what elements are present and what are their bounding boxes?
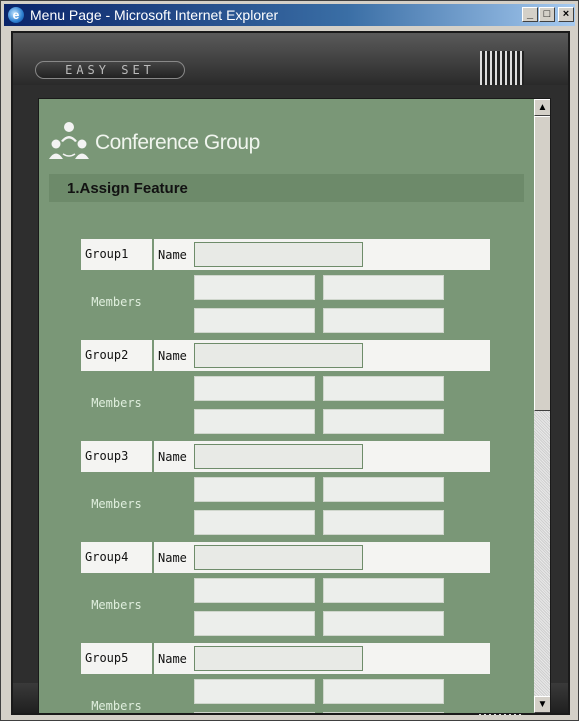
group-name-row: Name bbox=[154, 542, 490, 573]
member-input[interactable] bbox=[194, 308, 315, 333]
group-name-input[interactable] bbox=[194, 646, 363, 671]
member-input[interactable] bbox=[194, 611, 315, 636]
member-input[interactable] bbox=[194, 679, 315, 704]
member-input[interactable] bbox=[194, 275, 315, 300]
scrollbar-thumb[interactable] bbox=[534, 116, 550, 411]
browser-window: e Menu Page - Microsoft Internet Explore… bbox=[0, 0, 579, 721]
member-input[interactable] bbox=[323, 611, 444, 636]
group-name-row: Name bbox=[154, 340, 490, 371]
group-name-row: Name bbox=[154, 239, 490, 270]
ie-icon: e bbox=[8, 7, 24, 23]
members-label: Members bbox=[91, 699, 142, 713]
group-block: Group2 Name Members bbox=[81, 340, 491, 440]
content-viewport: Conference Group 1.Assign Feature Group1… bbox=[38, 98, 551, 714]
group-block: Group4 Name Members bbox=[81, 542, 491, 642]
vertical-scrollbar[interactable]: ▲ ▼ bbox=[534, 99, 550, 713]
member-input[interactable] bbox=[323, 376, 444, 401]
name-label: Name bbox=[158, 551, 187, 565]
window-title: Menu Page - Microsoft Internet Explorer bbox=[30, 7, 279, 23]
conference-group-icon bbox=[49, 122, 89, 159]
section-title: 1.Assign Feature bbox=[67, 180, 188, 197]
member-input[interactable] bbox=[323, 510, 444, 535]
group-name-row: Name bbox=[154, 441, 490, 472]
minimize-button[interactable]: _ bbox=[522, 7, 538, 22]
group-label: Group4 bbox=[81, 542, 152, 573]
group-name-input[interactable] bbox=[194, 242, 363, 267]
member-input[interactable] bbox=[323, 679, 444, 704]
easy-set-logo: EASY SET bbox=[35, 61, 185, 79]
group-block: Group1 Name Members bbox=[81, 239, 491, 339]
title-bar[interactable]: e Menu Page - Microsoft Internet Explore… bbox=[4, 4, 575, 26]
member-input[interactable] bbox=[323, 712, 444, 713]
scroll-up-button[interactable]: ▲ bbox=[534, 99, 550, 116]
member-input[interactable] bbox=[323, 477, 444, 502]
group-label: Group5 bbox=[81, 643, 152, 674]
member-input[interactable] bbox=[194, 376, 315, 401]
close-button[interactable]: × bbox=[558, 7, 574, 22]
name-label: Name bbox=[158, 349, 187, 363]
group-name-input[interactable] bbox=[194, 343, 363, 368]
group-block: Group3 Name Members bbox=[81, 441, 491, 541]
member-input[interactable] bbox=[194, 712, 315, 713]
maximize-button[interactable]: □ bbox=[539, 7, 555, 22]
page-title: Conference Group bbox=[95, 131, 260, 154]
member-input[interactable] bbox=[194, 510, 315, 535]
members-label: Members bbox=[91, 295, 142, 309]
group-label: Group1 bbox=[81, 239, 152, 270]
group-label: Group2 bbox=[81, 340, 152, 371]
group-block: Group5 Name Members bbox=[81, 643, 491, 713]
name-label: Name bbox=[158, 248, 187, 262]
name-label: Name bbox=[158, 652, 187, 666]
page-header: Conference Group bbox=[49, 121, 349, 161]
name-label: Name bbox=[158, 450, 187, 464]
member-input[interactable] bbox=[194, 409, 315, 434]
group-label: Group3 bbox=[81, 441, 152, 472]
member-input[interactable] bbox=[323, 308, 444, 333]
app-frame: EASY SET Conference Group 1.Assign Featu… bbox=[11, 31, 570, 715]
group-name-input[interactable] bbox=[194, 545, 363, 570]
members-label: Members bbox=[91, 497, 142, 511]
member-input[interactable] bbox=[323, 275, 444, 300]
member-input[interactable] bbox=[194, 477, 315, 502]
member-input[interactable] bbox=[323, 409, 444, 434]
grill-decoration-top bbox=[480, 51, 524, 85]
section-header: 1.Assign Feature bbox=[49, 174, 524, 202]
member-input[interactable] bbox=[323, 578, 444, 603]
members-label: Members bbox=[91, 396, 142, 410]
members-label: Members bbox=[91, 598, 142, 612]
group-name-input[interactable] bbox=[194, 444, 363, 469]
group-name-row: Name bbox=[154, 643, 490, 674]
scroll-down-button[interactable]: ▼ bbox=[534, 696, 550, 713]
member-input[interactable] bbox=[194, 578, 315, 603]
